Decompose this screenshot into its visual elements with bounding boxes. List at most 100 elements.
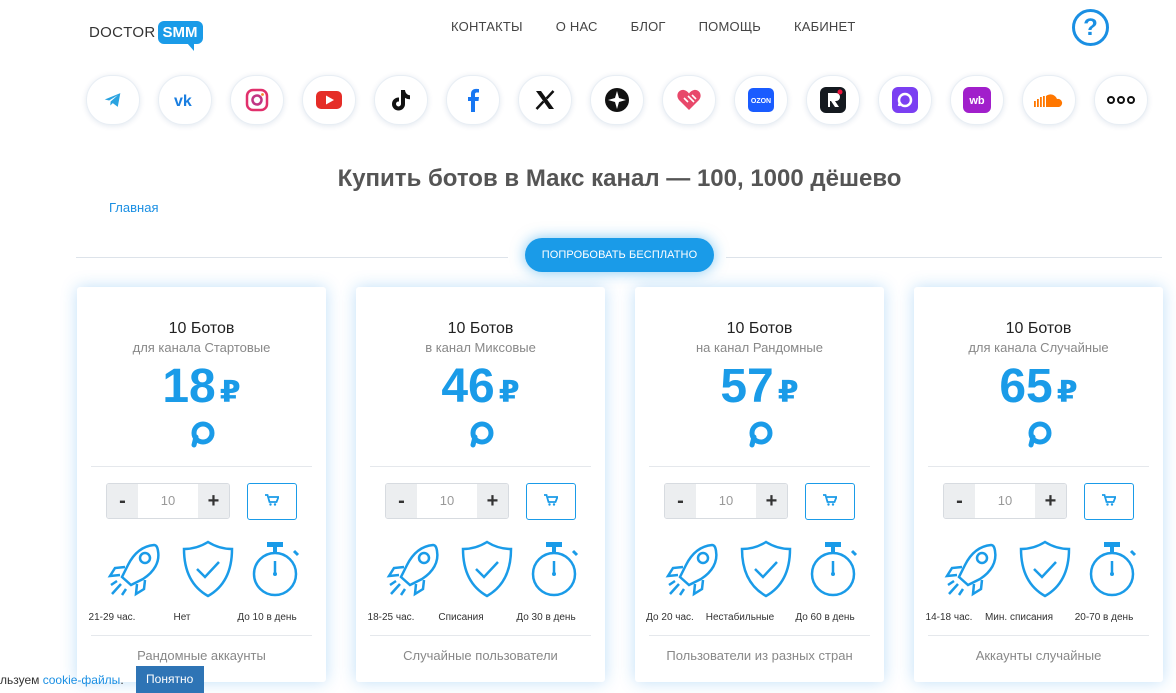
youtube-icon[interactable] bbox=[302, 75, 356, 125]
shield-icon bbox=[457, 539, 517, 599]
nav-contacts[interactable]: КОНТАКТЫ bbox=[451, 18, 523, 36]
vk-icon[interactable]: vk bbox=[158, 75, 212, 125]
max-icon[interactable] bbox=[590, 75, 644, 125]
main-nav: КОНТАКТЫ О НАС БЛОГ ПОМОЩЬ КАБИНЕТ bbox=[451, 18, 889, 36]
svg-text:vk: vk bbox=[174, 93, 192, 108]
add-to-cart-button[interactable] bbox=[526, 483, 576, 520]
timer-icon bbox=[803, 539, 863, 599]
feature-label: До 30 в день bbox=[516, 612, 576, 623]
quantity-stepper: - 10 + bbox=[943, 483, 1067, 519]
rocket-icon bbox=[105, 539, 165, 599]
tiktok-icon[interactable] bbox=[374, 75, 428, 125]
try-free-button[interactable]: Попробовать бесплатно bbox=[525, 238, 714, 272]
cookie-link[interactable]: cookie-файлы bbox=[43, 673, 121, 687]
card-footer: Пользователи из разных стран bbox=[666, 648, 853, 663]
currency-sign: ₽ bbox=[1056, 376, 1078, 409]
card-divider-bottom bbox=[928, 635, 1149, 636]
quantity-input[interactable]: 10 bbox=[696, 484, 756, 518]
svg-text:OZON: OZON bbox=[751, 98, 771, 105]
card-title: 10 Ботов bbox=[447, 320, 514, 337]
nav-about[interactable]: О НАС bbox=[556, 18, 598, 36]
card-divider bbox=[649, 466, 870, 467]
rutube-icon[interactable] bbox=[806, 75, 860, 125]
logo-text: DOCTOR bbox=[89, 23, 156, 41]
add-to-cart-button[interactable] bbox=[247, 483, 297, 520]
card-subtitle: на канал Рандомные bbox=[696, 340, 823, 355]
card-title: 10 Ботов bbox=[726, 320, 793, 337]
cookie-bar: льзуем cookie-файлы. Понятно bbox=[0, 666, 204, 693]
card-footer: Аккаунты случайные bbox=[975, 648, 1102, 663]
nav-blog[interactable]: БЛОГ bbox=[631, 18, 666, 36]
nav-cabinet[interactable]: КАБИНЕТ bbox=[794, 18, 856, 36]
cookie-text-start: льзуем bbox=[0, 672, 43, 687]
feature-label: Списания bbox=[438, 612, 484, 623]
price-value: 18 bbox=[162, 360, 216, 413]
quantity-stepper: - 10 + bbox=[385, 483, 509, 519]
cart-icon bbox=[823, 494, 838, 509]
increment-button[interactable]: + bbox=[756, 484, 787, 518]
increment-button[interactable]: + bbox=[477, 484, 508, 518]
ozon-icon[interactable]: OZON bbox=[734, 75, 788, 125]
telegram-icon[interactable] bbox=[86, 75, 140, 125]
feature-label: 21-29 час. bbox=[88, 612, 136, 623]
decrement-button[interactable]: - bbox=[107, 484, 138, 518]
increment-button[interactable]: + bbox=[1035, 484, 1066, 518]
card-subtitle: для канала Случайные bbox=[968, 340, 1109, 355]
currency-sign: ₽ bbox=[219, 376, 241, 409]
timer-icon bbox=[1082, 539, 1142, 599]
card-price: 18 ₽ bbox=[77, 359, 326, 421]
soundcloud-icon[interactable] bbox=[1022, 75, 1076, 125]
increment-button[interactable]: + bbox=[198, 484, 229, 518]
logo[interactable]: DOCTOR SMM bbox=[89, 18, 203, 51]
card-divider-bottom bbox=[649, 635, 870, 636]
logo-badge: SMM bbox=[157, 20, 203, 51]
price-value: 46 bbox=[441, 360, 495, 413]
card-divider bbox=[370, 466, 591, 467]
add-to-cart-button[interactable] bbox=[1084, 483, 1134, 520]
card-title: 10 Ботов bbox=[1005, 320, 1072, 337]
quantity-stepper: - 10 + bbox=[106, 483, 230, 519]
cart-icon bbox=[265, 494, 280, 509]
help-icon[interactable]: ? bbox=[1072, 9, 1109, 46]
currency-sign: ₽ bbox=[498, 376, 520, 409]
quantity-input[interactable]: 10 bbox=[975, 484, 1035, 518]
shield-icon bbox=[178, 539, 238, 599]
max-logo-icon bbox=[188, 420, 216, 453]
quantity-input[interactable]: 10 bbox=[138, 484, 198, 518]
likee-icon[interactable] bbox=[662, 75, 716, 125]
max-logo-icon bbox=[467, 420, 495, 453]
decrement-button[interactable]: - bbox=[386, 484, 417, 518]
x-icon[interactable] bbox=[518, 75, 572, 125]
feature-label: 18-25 час. bbox=[367, 612, 415, 623]
max-logo-icon bbox=[1025, 420, 1053, 453]
quantity-stepper: - 10 + bbox=[664, 483, 788, 519]
rocket-icon bbox=[942, 539, 1002, 599]
feature-label: До 20 час. bbox=[646, 612, 694, 623]
feature-label: Нет bbox=[173, 612, 191, 623]
decrement-button[interactable]: - bbox=[665, 484, 696, 518]
offer-card: 10 Ботов для канала Стартовые 18 ₽ - 10 + 2… bbox=[77, 287, 326, 682]
decrement-button[interactable]: - bbox=[944, 484, 975, 518]
card-divider bbox=[928, 466, 1149, 467]
divider-left bbox=[76, 257, 508, 258]
feature-label: Нестабильные bbox=[705, 612, 775, 623]
quantity-input[interactable]: 10 bbox=[417, 484, 477, 518]
more-icon[interactable] bbox=[1094, 75, 1148, 125]
max-chat-icon[interactable] bbox=[878, 75, 932, 125]
offer-card: 10 Ботов на канал Рандомные 57 ₽ - 10 + До … bbox=[635, 287, 884, 682]
add-to-cart-button[interactable] bbox=[805, 483, 855, 520]
rocket-icon bbox=[663, 539, 723, 599]
feature-label: 14-18 час. bbox=[925, 612, 973, 623]
card-price: 46 ₽ bbox=[356, 359, 605, 421]
nav-help[interactable]: ПОМОЩЬ bbox=[699, 18, 761, 36]
feature-label: До 10 в день bbox=[237, 612, 297, 623]
card-subtitle: в канал Миксовые bbox=[425, 340, 536, 355]
facebook-icon[interactable] bbox=[446, 75, 500, 125]
offer-card: 10 Ботов в канал Миксовые 46 ₽ - 10 + 18-25… bbox=[356, 287, 605, 682]
max-logo-icon bbox=[746, 420, 774, 453]
breadcrumb-home[interactable]: Главная bbox=[109, 200, 158, 215]
cookie-accept-button[interactable]: Понятно bbox=[135, 666, 204, 693]
instagram-icon[interactable] bbox=[230, 75, 284, 125]
feature-label: Мин. списания bbox=[984, 612, 1054, 623]
wildberries-icon[interactable]: wb bbox=[950, 75, 1004, 125]
